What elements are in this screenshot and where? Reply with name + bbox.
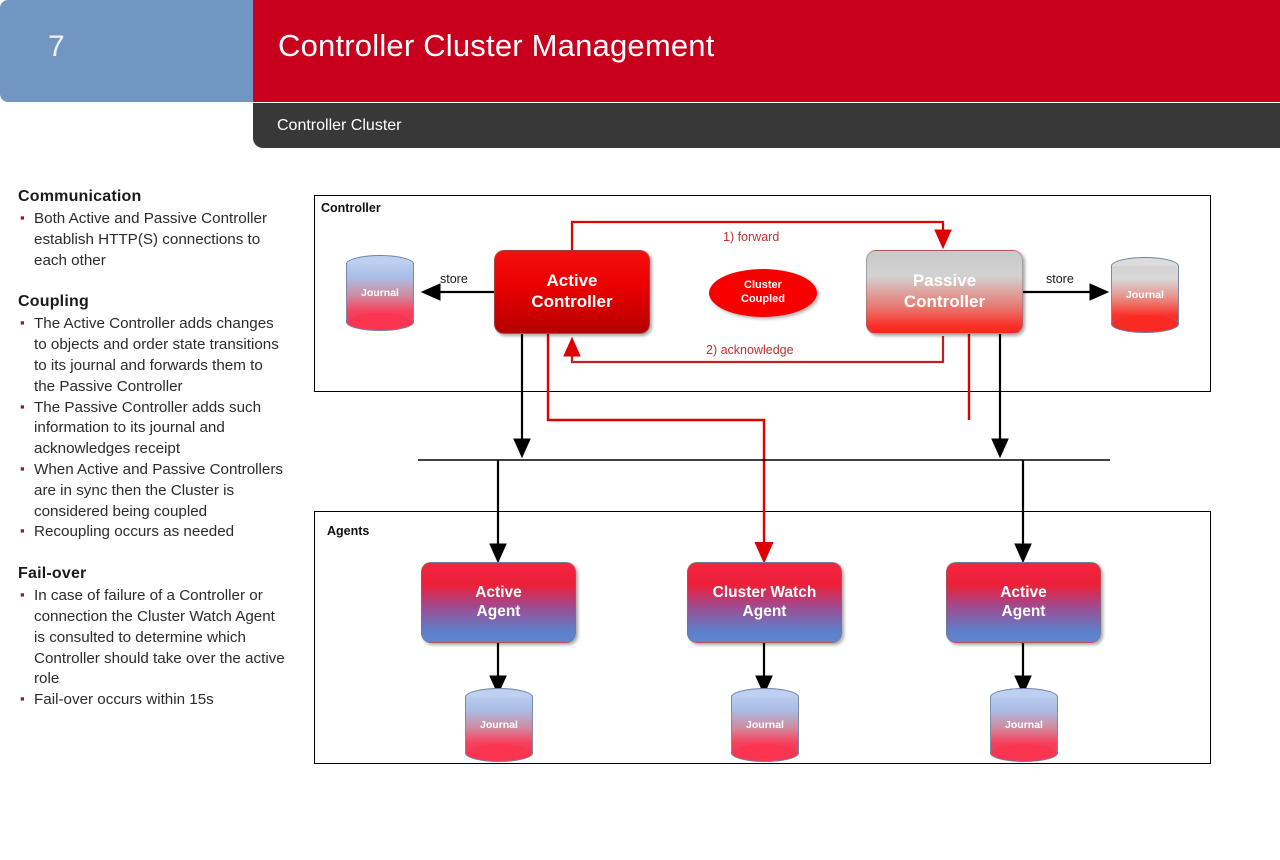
cluster-watch-agent-label-line1: Cluster Watch	[712, 583, 817, 601]
cylinder-bottom	[346, 313, 414, 331]
section-heading-failover: Fail-over	[18, 565, 87, 583]
agents-frame-label: Agents	[327, 524, 370, 538]
bullet-content-column: Communication Both Active and Passive Co…	[18, 188, 286, 711]
journal-right-cylinder: Journal	[1111, 257, 1179, 333]
cylinder-bottom	[1111, 315, 1179, 333]
acknowledge-label: 2) acknowledge	[706, 343, 794, 357]
journal-agent-mid-label: Journal	[746, 719, 784, 731]
subtitle-label: Controller Cluster	[277, 117, 402, 134]
active-agent-left-label-line2: Agent	[476, 602, 521, 620]
section-heading-coupling: Coupling	[18, 293, 89, 311]
list-item: The Active Controller adds changes to ob…	[18, 313, 286, 397]
list-item: The Passive Controller adds such informa…	[18, 397, 286, 460]
journal-left-cylinder: Journal	[346, 255, 414, 331]
cylinder-bottom	[731, 744, 799, 762]
forward-label: 1) forward	[723, 230, 780, 244]
subtitle-bar: Controller Cluster	[253, 103, 1280, 148]
journal-agent-left-label: Journal	[480, 719, 518, 731]
cylinder-bottom	[990, 744, 1058, 762]
slide-number: 7	[48, 30, 65, 63]
journal-right-label: Journal	[1126, 289, 1164, 301]
page-title: Controller Cluster Management	[278, 28, 715, 63]
journal-agent-right-cylinder: Journal	[990, 688, 1058, 762]
list-item: Fail-over occurs within 15s	[18, 689, 286, 711]
active-agent-right-node: Active Agent	[946, 562, 1101, 643]
journal-agent-right-label: Journal	[1005, 719, 1043, 731]
cluster-coupled-label-line1: Cluster	[744, 279, 782, 292]
passive-controller-label-line1: Passive	[912, 271, 977, 291]
list-item: Both Active and Passive Controller estab…	[18, 208, 286, 271]
active-controller-label-line2: Controller	[531, 292, 613, 311]
journal-agent-mid-cylinder: Journal	[731, 688, 799, 762]
section-heading-communication: Communication	[18, 188, 142, 205]
active-agent-right-label-line2: Agent	[1001, 602, 1046, 620]
store-right-label: store	[1046, 272, 1074, 286]
active-controller-label-line1: Active	[546, 271, 598, 291]
store-left-label: store	[440, 272, 468, 286]
active-controller-node: Active Controller	[494, 250, 650, 334]
passive-controller-label-line2: Controller	[903, 292, 986, 311]
active-agent-right-label-line1: Active	[1000, 583, 1047, 601]
slide-number-box: 7	[0, 0, 253, 102]
cluster-watch-agent-node: Cluster Watch Agent	[687, 562, 842, 643]
cluster-watch-agent-label-line2: Agent	[742, 602, 787, 620]
passive-controller-node: Passive Controller	[866, 250, 1023, 334]
journal-agent-left-cylinder: Journal	[465, 688, 533, 762]
active-agent-left-label-line1: Active	[475, 583, 522, 601]
controller-frame-label: Controller	[321, 201, 381, 215]
title-bar: Controller Cluster Management	[253, 0, 1280, 102]
list-item: In case of failure of a Controller or co…	[18, 585, 286, 690]
list-item: Recoupling occurs as needed	[18, 521, 286, 543]
cylinder-bottom	[465, 744, 533, 762]
cluster-coupled-label-line2: Coupled	[741, 293, 785, 305]
list-item: When Active and Passive Controllers are …	[18, 459, 286, 522]
active-agent-left-node: Active Agent	[421, 562, 576, 643]
cluster-coupled-node: Cluster Coupled	[709, 269, 817, 317]
journal-left-label: Journal	[361, 287, 399, 299]
